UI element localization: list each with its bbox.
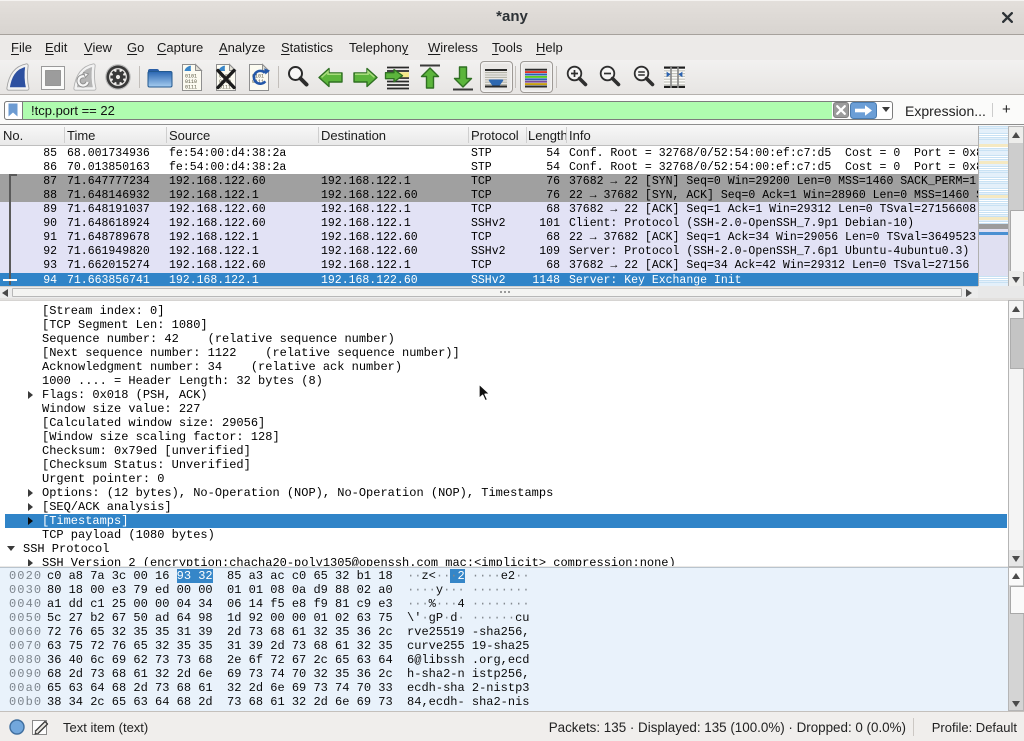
svg-text:0111: 0111 xyxy=(185,85,197,91)
